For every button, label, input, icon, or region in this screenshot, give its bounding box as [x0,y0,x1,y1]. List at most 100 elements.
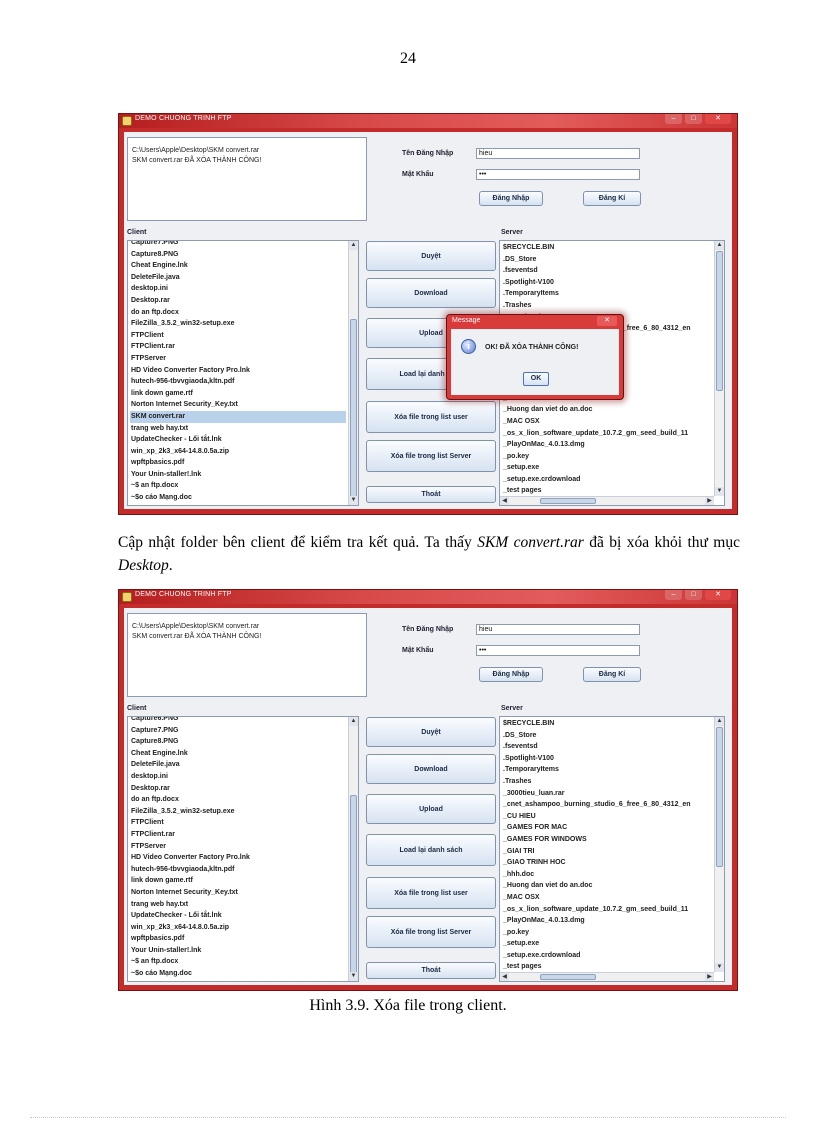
server-vertical-scrollbar[interactable]: ▲ ▼ [714,241,724,496]
client-vertical-scrollbar[interactable]: ▲ ▼ [348,241,358,505]
list-item[interactable]: _po.key [502,927,712,939]
list-item[interactable]: FTPServer [130,841,346,853]
scroll-down-icon[interactable]: ▼ [715,963,724,972]
list-item[interactable]: link down game.rtf [130,388,346,400]
list-item[interactable]: FTPClient [130,330,346,342]
username-field[interactable]: hieu [476,148,640,159]
list-item[interactable]: .fseventsd [502,741,712,753]
browse-button[interactable]: Duyệt [366,717,496,747]
scroll-left-icon[interactable]: ◀ [500,497,509,505]
list-item[interactable]: Desktop.rar [130,783,346,795]
scroll-thumb[interactable] [540,498,596,504]
list-item[interactable]: _CU HIEU [502,811,712,823]
delete-client-file-button[interactable]: Xóa file trong list user [366,401,496,433]
minimize-icon[interactable]: – [665,114,682,124]
scroll-right-icon[interactable]: ▶ [705,497,714,505]
list-item[interactable]: win_xp_2k3_x64-14.8.0.5a.zip [130,446,346,458]
close-icon[interactable]: ✕ [705,590,731,600]
register-button[interactable]: Đăng Kí [583,667,641,682]
list-item[interactable]: UpdateChecker - Lối tắt.lnk [130,434,346,446]
scroll-down-icon[interactable]: ▼ [349,496,358,505]
scroll-up-icon[interactable]: ▲ [715,241,724,250]
list-item[interactable]: _PlayOnMac_4.0.13.dmg [502,439,712,451]
list-item[interactable]: .Trashes [502,776,712,788]
list-item[interactable]: Capture8.PNG [130,249,346,261]
list-item[interactable]: Capture7.PNG [130,725,346,737]
delete-server-file-button[interactable]: Xóa file trong list Server [366,916,496,948]
scroll-down-icon[interactable]: ▼ [715,487,724,496]
list-item[interactable]: _MAC OSX [502,416,712,428]
list-item[interactable]: Capture6.PNG [130,717,346,725]
list-item[interactable]: .Spotlight-V100 [502,277,712,289]
server-horizontal-scrollbar[interactable]: ◀ ▶ [500,496,714,505]
client-file-list[interactable]: Capture6.PNG Capture7.PNG Capture8.PNG Chea… [127,716,359,982]
list-item[interactable]: _MAC OSX [502,892,712,904]
list-item[interactable]: link down game.rtf [130,875,346,887]
list-item[interactable]: hutech-956-tbvvgiaoda,kltn.pdf [130,864,346,876]
list-item[interactable]: ~$o cáo Mạng.doc [130,968,346,980]
username-field[interactable]: hieu [476,624,640,635]
exit-button[interactable]: Thoát [366,486,496,503]
register-button[interactable]: Đăng Kí [583,191,641,206]
download-button[interactable]: Download [366,278,496,308]
scroll-left-icon[interactable]: ◀ [500,973,509,981]
list-item[interactable]: Norton Internet Security_Key.txt [130,887,346,899]
list-item[interactable]: Cheat Engine.lnk [130,748,346,760]
list-item[interactable]: .DS_Store [502,730,712,742]
list-item[interactable]: Your Unin-staller!.lnk [130,945,346,957]
list-item[interactable]: Norton Internet Security_Key.txt [130,399,346,411]
list-item[interactable]: FTPServer [130,353,346,365]
list-item[interactable]: ~$o cáo Mạng.doc [130,492,346,504]
list-item[interactable]: do an ftp.docx [130,307,346,319]
password-field[interactable]: ••• [476,645,640,656]
list-item[interactable]: ~$ an ftp.docx [130,956,346,968]
list-item[interactable]: _3000tieu_luan.rar [502,788,712,800]
reload-list-button[interactable]: Load lại danh sách [366,834,496,866]
list-item[interactable]: _PlayOnMac_4.0.13.dmg [502,915,712,927]
server-file-list[interactable]: $RECYCLE.BIN .DS_Store .fseventsd .Spotligh… [499,716,725,982]
list-item[interactable]: HD Video Converter Factory Pro.lnk [130,852,346,864]
minimize-icon[interactable]: – [665,590,682,600]
client-file-list[interactable]: Capture7.PNG Capture8.PNG Cheat Engine.lnk… [127,240,359,506]
list-item[interactable]: .TemporaryItems [502,764,712,776]
list-item[interactable]: .Spotlight-V100 [502,753,712,765]
maximize-icon[interactable]: □ [685,590,702,600]
list-item[interactable]: UpdateChecker - Lối tắt.lnk [130,910,346,922]
scroll-right-icon[interactable]: ▶ [705,973,714,981]
list-item[interactable]: FileZilla_3.5.2_win32-setup.exe [130,806,346,818]
list-item[interactable]: _setup.exe.crdownload [502,474,712,486]
scroll-thumb[interactable] [350,319,357,504]
scroll-up-icon[interactable]: ▲ [349,717,358,726]
list-item[interactable]: _GAMES FOR WINDOWS [502,834,712,846]
list-item[interactable]: hutech-956-tbvvgiaoda,kltn.pdf [130,376,346,388]
list-item[interactable]: $RECYCLE.BIN [502,242,712,254]
login-button[interactable]: Đăng Nhập [479,667,543,682]
list-item[interactable]: DeleteFile.java [130,272,346,284]
list-item[interactable]: _setup.exe [502,938,712,950]
list-item[interactable]: _os_x_lion_software_update_10.7.2_gm_see… [502,904,712,916]
scroll-thumb[interactable] [350,795,357,980]
list-item[interactable]: _Huong dan viet do an.doc [502,404,712,416]
list-item[interactable]: desktop.ini [130,283,346,295]
list-item[interactable]: .fseventsd [502,265,712,277]
exit-button[interactable]: Thoát [366,962,496,979]
upload-button[interactable]: Upload [366,794,496,824]
list-item[interactable]: Capture7.PNG [130,241,346,249]
browse-button[interactable]: Duyệt [366,241,496,271]
list-item[interactable]: _os_x_lion_software_update_10.7.2_gm_see… [502,428,712,440]
ok-button[interactable]: OK [523,372,549,386]
delete-client-file-button[interactable]: Xóa file trong list user [366,877,496,909]
list-item[interactable]: .Trashes [502,300,712,312]
list-item[interactable]: trang web hay.txt [130,423,346,435]
delete-server-file-button[interactable]: Xóa file trong list Server [366,440,496,472]
list-item[interactable]: _Huong dan viet do an.doc [502,880,712,892]
list-item[interactable]: _GIAO TRINH HOC [502,857,712,869]
scroll-thumb[interactable] [540,974,596,980]
list-item[interactable]: _GAMES FOR MAC [502,822,712,834]
list-item[interactable]: ~$ an ftp.docx [130,480,346,492]
list-item[interactable]: _hhh.doc [502,869,712,881]
list-item[interactable]: _cnet_ashampoo_burning_studio_6_free_6_8… [502,799,712,811]
list-item[interactable]: win_xp_2k3_x64-14.8.0.5a.zip [130,922,346,934]
maximize-icon[interactable]: □ [685,114,702,124]
list-item[interactable]: Your Unin-staller!.lnk [130,469,346,481]
